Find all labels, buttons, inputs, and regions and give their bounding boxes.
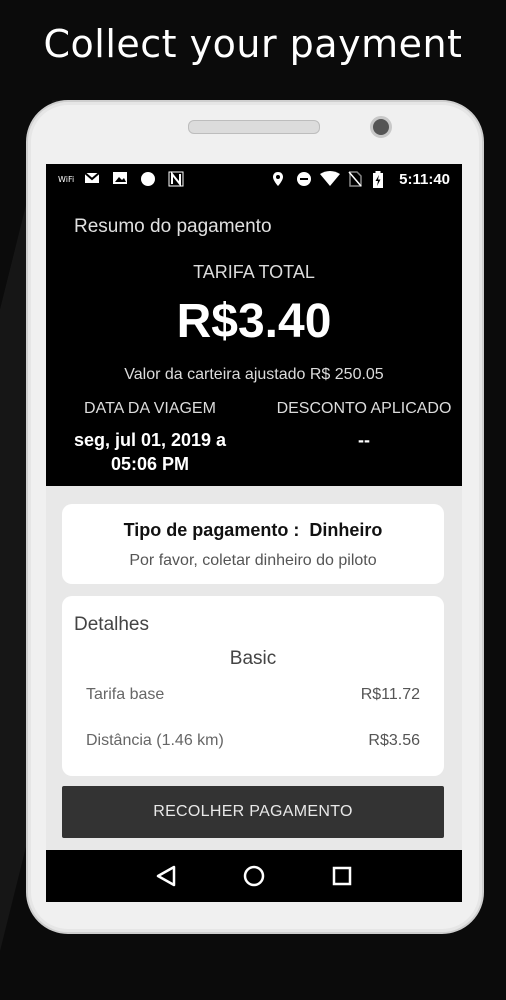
total-fare-amount: R$3.40 [176,295,332,348]
total-fare-label: TARIFA TOTAL [193,262,315,282]
trip-date-value: seg, jul 01, 2019 a 05:06 PM [60,428,240,476]
back-icon[interactable] [136,850,196,902]
details-row-label: Distância (1.46 km) [86,732,224,749]
details-row-value: R$11.72 [360,686,420,703]
payment-type: Tipo de pagamento : Dinheiro [62,520,444,541]
wallet-adjusted-text: Valor da carteira ajustado R$ 250.05 [124,366,384,383]
discount-label: DESCONTO APLICADO [276,400,452,417]
no-sim-icon [348,171,362,190]
phone-speaker [188,120,320,134]
status-time: 5:11:40 [399,171,450,188]
recents-icon[interactable] [312,850,372,902]
circle-icon [140,171,156,190]
n-app-icon [168,171,184,190]
details-row-label: Tarifa base [86,686,165,703]
wifi-icon [320,171,340,190]
details-card: Detalhes Basic Tarifa base R$11.72 Distâ… [62,596,444,776]
summary-title: Resumo do pagamento [74,216,272,237]
payment-type-card: Tipo de pagamento : Dinheiro Por favor, … [62,504,444,584]
trip-date-label: DATA DA VIAGEM [84,400,216,417]
svg-text:WiFi: WiFi [58,175,74,184]
location-icon [272,171,284,190]
home-icon[interactable] [224,850,284,902]
discount-value: -- [358,430,370,450]
phone-screen: WiFi 5:11:40 Resumo do pagamento TARIFA … [46,164,462,902]
navigation-bar [46,850,462,902]
battery-icon [372,171,384,192]
details-title: Detalhes [74,614,149,635]
payment-instruction: Por favor, coletar dinheiro do piloto [129,552,377,569]
payment-type-value: Dinheiro [309,520,383,540]
gmail-icon [84,171,100,188]
wifi-call-icon: WiFi [58,173,74,190]
payment-type-label: Tipo de pagamento : [123,520,300,540]
details-row-value: R$3.56 [368,732,420,749]
image-icon [112,171,128,188]
do-not-disturb-icon [296,171,312,190]
status-bar: WiFi 5:11:40 [46,164,462,194]
trip-date-line1: seg, jul 01, 2019 a [73,430,227,450]
phone-frame: WiFi 5:11:40 Resumo do pagamento TARIFA … [26,100,484,934]
phone-camera [370,116,392,138]
payment-summary: Resumo do pagamento TARIFA TOTAL R$3.40 … [46,194,462,486]
collect-payment-button[interactable]: RECOLHER PAGAMENTO [62,786,444,838]
trip-date-line2: 05:06 PM [110,454,190,474]
details-category: Basic [229,648,277,669]
promo-headline: Collect your payment [43,22,463,66]
